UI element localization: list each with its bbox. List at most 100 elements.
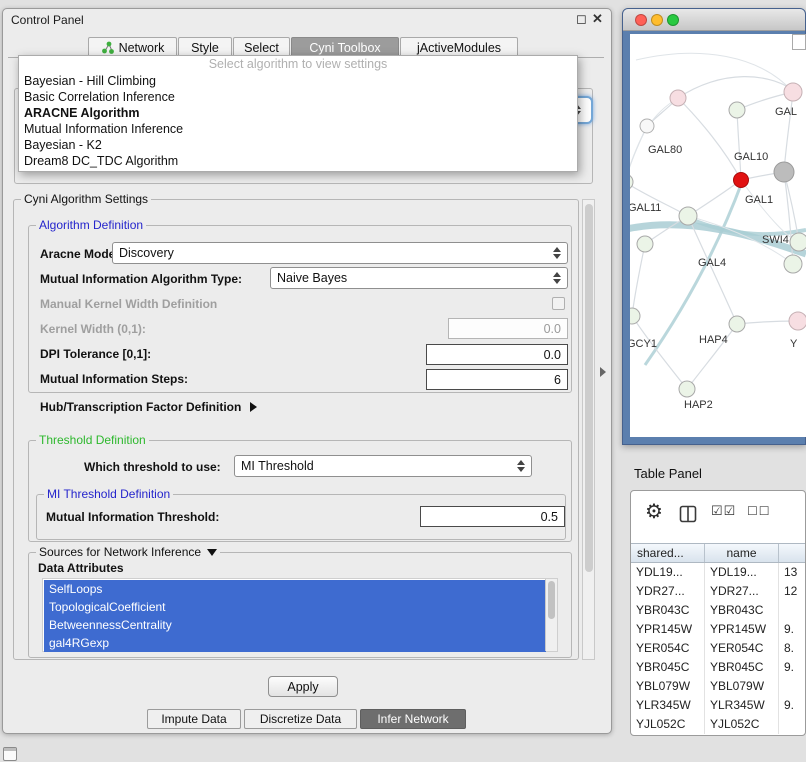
network-node[interactable] — [630, 308, 640, 324]
which-threshold-select[interactable]: MI Threshold — [234, 455, 532, 477]
menu-item[interactable]: Basic Correlation Inference — [19, 89, 577, 105]
hub-section-toggle[interactable]: Hub/Transcription Factor Definition — [40, 400, 257, 414]
network-node[interactable] — [784, 83, 802, 101]
network-node[interactable] — [790, 233, 806, 251]
cell[interactable]: 8. — [779, 639, 805, 658]
network-node[interactable] — [679, 207, 697, 225]
table-row[interactable]: YDL19... YDL19... 13 — [631, 563, 805, 582]
bottom-tab-discretize-data[interactable]: Discretize Data — [244, 709, 357, 729]
minimize-icon[interactable]: ◻ — [576, 11, 587, 27]
cell[interactable]: YBL079W — [631, 677, 705, 696]
table-row[interactable]: YER054C YER054C 8. — [631, 639, 805, 658]
columns-icon[interactable] — [679, 505, 697, 523]
algorithm-dropdown-popup: Select algorithm to view settings Bayesi… — [18, 55, 578, 172]
network-node[interactable] — [729, 102, 745, 118]
network-node[interactable] — [774, 162, 794, 182]
bottom-tab-impute-data[interactable]: Impute Data — [147, 709, 241, 729]
list-item-selected[interactable]: TopologicalCoefficient — [44, 598, 546, 616]
cell[interactable]: YER054C — [705, 639, 779, 658]
gear-icon[interactable]: ⚙ — [645, 499, 663, 524]
cell[interactable]: YDL19... — [631, 563, 705, 582]
cell[interactable]: 13 — [779, 563, 805, 582]
close-icon[interactable]: ✕ — [592, 11, 603, 27]
network-node[interactable] — [630, 174, 633, 190]
cell[interactable]: YBR043C — [631, 601, 705, 620]
mi-steps-field[interactable]: 6 — [426, 369, 568, 390]
cell[interactable]: YLR345W — [705, 696, 779, 715]
menu-item[interactable]: Dream8 DC_TDC Algorithm — [19, 153, 577, 169]
cell[interactable]: YPR145W — [705, 620, 779, 639]
dpi-tolerance-field[interactable]: 0.0 — [426, 344, 568, 365]
column-header-name[interactable]: name — [705, 544, 779, 562]
table-row[interactable]: YJL052C YJL052C — [631, 715, 805, 734]
cell[interactable]: YBR045C — [705, 658, 779, 677]
cell[interactable]: YJL052C — [631, 715, 705, 734]
cell[interactable]: 9. — [779, 658, 805, 677]
select-all-checkboxes-icon[interactable]: ☑☑ — [711, 503, 736, 519]
panel-splitter-arrow-icon[interactable] — [600, 367, 606, 377]
menu-item[interactable]: Bayesian - K2 — [19, 137, 577, 153]
sources-toggle[interactable]: Sources for Network Inference — [36, 545, 220, 559]
column-header-shared-name[interactable]: shared... — [631, 544, 705, 562]
cell[interactable]: YLR345W — [631, 696, 705, 715]
network-node[interactable] — [637, 236, 653, 252]
menu-item[interactable]: Mutual Information Inference — [19, 121, 577, 137]
group-title: MI Threshold Definition — [44, 487, 173, 501]
tab-label: Select — [244, 41, 279, 55]
minimize-traffic-light[interactable] — [651, 14, 663, 26]
cell[interactable]: 12 — [779, 582, 805, 601]
cell[interactable]: YPR145W — [631, 620, 705, 639]
cell[interactable]: YBR043C — [705, 601, 779, 620]
zoom-traffic-light[interactable] — [667, 14, 679, 26]
cell[interactable]: YJL052C — [705, 715, 779, 734]
network-node[interactable] — [784, 255, 802, 273]
aracne-mode-select[interactable]: Discovery — [112, 242, 568, 264]
table-row[interactable]: YBL079W YBL079W — [631, 677, 805, 696]
table-row[interactable]: YBR043C YBR043C — [631, 601, 805, 620]
cell[interactable]: YER054C — [631, 639, 705, 658]
canvas-corner-widget[interactable] — [792, 34, 806, 50]
cell[interactable]: YDR27... — [705, 582, 779, 601]
network-node[interactable] — [789, 312, 806, 330]
listbox-scrollbar[interactable] — [545, 579, 557, 651]
close-traffic-light[interactable] — [635, 14, 647, 26]
network-window-titlebar[interactable] — [623, 9, 805, 31]
network-node[interactable] — [679, 381, 695, 397]
cell[interactable]: YDL19... — [705, 563, 779, 582]
cell[interactable]: 9. — [779, 696, 805, 715]
mi-type-select[interactable]: Naive Bayes — [270, 267, 568, 289]
bottom-tab-infer-network[interactable]: Infer Network — [360, 709, 466, 729]
clear-checkboxes-icon[interactable]: ☐☐ — [747, 504, 771, 518]
apply-button[interactable]: Apply — [268, 676, 338, 697]
network-node[interactable] — [729, 316, 745, 332]
scrollbar-thumb[interactable] — [548, 581, 555, 619]
cell[interactable] — [779, 715, 805, 734]
cell[interactable]: YBL079W — [705, 677, 779, 696]
table-row[interactable]: YDR27... YDR27... 12 — [631, 582, 805, 601]
menu-item-selected[interactable]: ARACNE Algorithm — [19, 105, 577, 121]
data-attributes-label: Data Attributes — [38, 561, 124, 575]
mi-threshold-field[interactable]: 0.5 — [420, 506, 565, 527]
table-row[interactable]: YBR045C YBR045C 9. — [631, 658, 805, 677]
network-canvas[interactable]: GAL GAL80 GAL10 GAL11 GAL1 SWI4 GAL4 GCY… — [630, 34, 806, 437]
column-header-partial[interactable] — [779, 544, 805, 562]
cell[interactable]: YBR045C — [631, 658, 705, 677]
list-item-selected[interactable]: SelfLoops — [44, 580, 546, 598]
attributes-listbox[interactable]: SelfLoops TopologicalCoefficient Between… — [42, 578, 558, 652]
scrollbar-thumb[interactable] — [585, 204, 593, 572]
list-item-selected[interactable]: BetweennessCentrality — [44, 616, 546, 634]
cell[interactable] — [779, 677, 805, 696]
cell[interactable] — [779, 601, 805, 620]
list-item-selected[interactable]: gal4RGexp — [44, 634, 546, 652]
cell[interactable]: YDR27... — [631, 582, 705, 601]
network-node[interactable] — [670, 90, 686, 106]
cell[interactable]: 9. — [779, 620, 805, 639]
table-row[interactable]: YLR345W YLR345W 9. — [631, 696, 805, 715]
network-node[interactable] — [640, 119, 654, 133]
node-label: HAP4 — [699, 334, 728, 346]
table-row[interactable]: YPR145W YPR145W 9. — [631, 620, 805, 639]
settings-scrollbar[interactable] — [582, 199, 595, 660]
menu-item[interactable]: Bayesian - Hill Climbing — [19, 73, 577, 89]
network-node-gal10[interactable] — [734, 173, 749, 188]
minimized-panel-icon[interactable] — [3, 747, 17, 761]
